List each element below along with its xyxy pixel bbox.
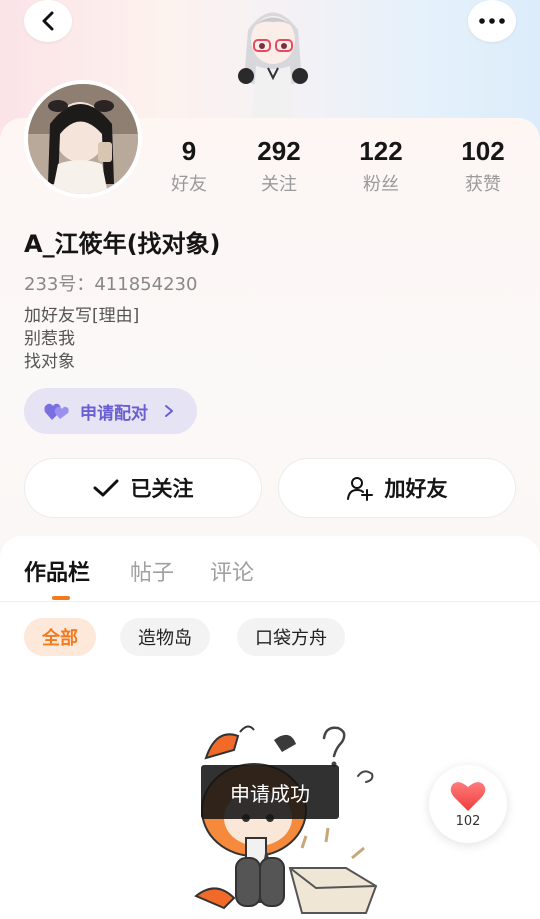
profile-bio: 加好友写[理由] 别惹我 找对象	[24, 305, 139, 374]
stat-value: 9	[181, 136, 197, 166]
chevron-right-icon	[165, 405, 173, 417]
filter-chip-creation-island[interactable]: 造物岛	[120, 618, 210, 656]
filter-chip-pocket-ark[interactable]: 口袋方舟	[237, 618, 345, 656]
chevron-left-icon	[42, 11, 54, 31]
mascot-character-image	[238, 12, 308, 118]
active-tab-indicator	[52, 596, 70, 600]
followed-button[interactable]: 已关注	[24, 458, 262, 518]
stat-label: 关注	[261, 174, 297, 195]
add-friend-label: 加好友	[384, 477, 448, 501]
stat-label: 粉丝	[363, 174, 399, 195]
apply-pair-label: 申请配对	[80, 403, 148, 424]
profile-name: A_江筱年(找对象)	[24, 230, 221, 258]
stat-friends[interactable]: 9 好友	[144, 136, 234, 196]
divider	[0, 601, 540, 602]
bio-line: 找对象	[24, 352, 75, 372]
like-button[interactable]: 102	[429, 765, 507, 843]
stat-label: 好友	[171, 174, 207, 195]
heart-icon	[450, 781, 486, 811]
stat-value: 102	[461, 136, 505, 166]
check-icon	[93, 479, 118, 497]
bio-line: 别惹我	[24, 329, 75, 349]
tab-works[interactable]: 作品栏	[24, 555, 90, 587]
more-options-button[interactable]	[468, 0, 516, 42]
stat-likes[interactable]: 102 获赞	[438, 136, 528, 196]
more-dots-icon	[479, 18, 505, 24]
like-count: 102	[455, 813, 481, 829]
back-button[interactable]	[24, 0, 72, 42]
stat-value: 122	[359, 136, 403, 166]
profile-stats: 9 好友 292 关注 122 粉丝 102 获赞	[150, 136, 540, 200]
stat-following[interactable]: 292 关注	[234, 136, 324, 196]
avatar-photo	[28, 84, 138, 194]
tab-comments[interactable]: 评论	[210, 555, 254, 587]
stat-fans[interactable]: 122 粉丝	[336, 136, 426, 196]
filter-chip-all[interactable]: 全部	[24, 618, 96, 656]
tab-posts[interactable]: 帖子	[130, 555, 174, 587]
stat-value: 292	[257, 136, 301, 166]
add-friend-button[interactable]: 加好友	[278, 458, 516, 518]
apply-pair-button[interactable]: 申请配对	[24, 388, 197, 434]
followed-label: 已关注	[130, 477, 194, 501]
avatar[interactable]	[24, 80, 142, 198]
double-heart-icon	[44, 403, 69, 420]
toast-message: 申请成功	[201, 765, 339, 819]
stat-label: 获赞	[465, 174, 501, 195]
profile-uid[interactable]: 233号：411854230	[24, 270, 197, 296]
bio-line: 加好友写[理由]	[24, 306, 140, 326]
add-user-icon	[346, 477, 373, 501]
